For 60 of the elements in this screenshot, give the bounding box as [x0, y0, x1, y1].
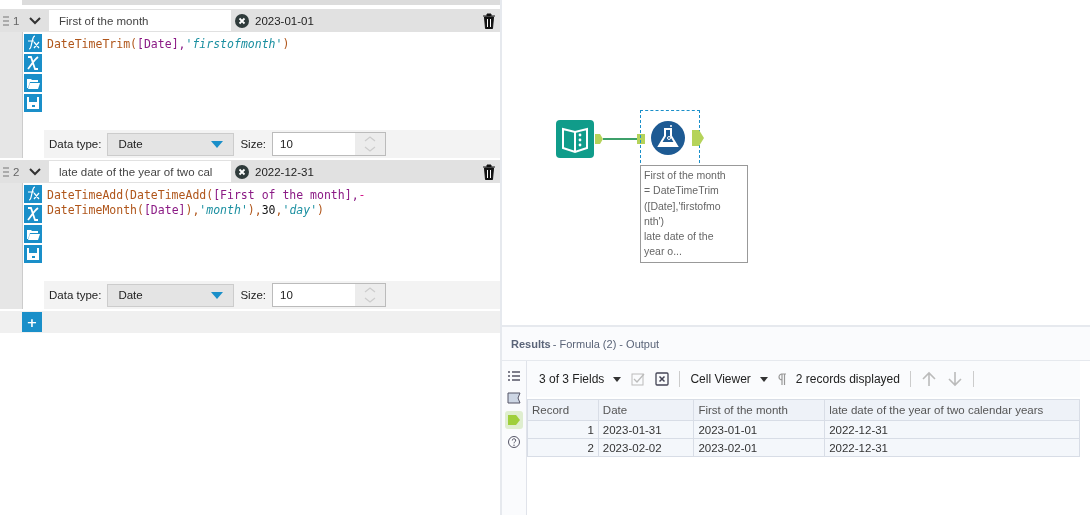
variable-icon[interactable]: [24, 205, 42, 223]
data-type-dropdown[interactable]: Date: [107, 283, 235, 307]
data-type-dropdown[interactable]: Date: [107, 132, 235, 156]
data-type-label: Data type:: [49, 138, 102, 150]
flask-node-icon: [651, 121, 685, 155]
formula-expression[interactable]: DateTimeAdd(DateTimeAdd([First of the month],- DateTimeMonth([Date]),'month'),30,'day'): [47, 188, 497, 218]
book-node-icon: [556, 120, 594, 158]
column-header[interactable]: Date: [598, 399, 694, 421]
folder-icon[interactable]: [24, 225, 42, 243]
formula-expression[interactable]: DateTimeTrim([Date],'firstofmonth'): [47, 37, 497, 52]
fx-icon[interactable]: [24, 185, 42, 203]
data-type-label: Data type:: [49, 289, 102, 301]
clear-icon[interactable]: [235, 164, 249, 179]
node-annotation: First of the month = DateTimeTrim ([Date],'firstofmo nth') late date of the year o...: [640, 165, 748, 263]
dropdown-caret-icon: [211, 140, 224, 148]
chevron-icon[interactable]: [29, 167, 41, 176]
cell-viewer-dropdown[interactable]: Cell Viewer: [690, 372, 768, 386]
list-icon: [507, 369, 521, 383]
size-field[interactable]: 10: [272, 283, 386, 307]
caret-icon: [613, 376, 622, 382]
formula-number: 2: [13, 165, 21, 178]
help-tab[interactable]: [505, 433, 523, 451]
trash-icon[interactable]: [482, 12, 496, 29]
output-anchor-icon: [692, 130, 704, 146]
formula-number: 1: [13, 14, 21, 27]
save-icon[interactable]: [24, 245, 42, 263]
help-icon: [507, 435, 521, 449]
column-header[interactable]: First of the month: [693, 399, 825, 421]
clear-box-icon[interactable]: [655, 372, 670, 386]
up-arrow-icon[interactable]: [920, 371, 937, 387]
dropdown-caret-icon: [211, 291, 224, 299]
size-field[interactable]: 10: [272, 132, 386, 156]
caret-icon: [759, 376, 768, 382]
save-icon[interactable]: [24, 94, 42, 112]
data-preview: 2022-12-31: [255, 165, 315, 178]
fx-icon[interactable]: [24, 34, 42, 52]
data-preview: 2023-01-01: [255, 14, 315, 27]
column-header[interactable]: Record: [527, 399, 599, 421]
column-header[interactable]: late date of the year of two calendar years: [824, 399, 1080, 421]
chevron-icon[interactable]: [29, 16, 41, 25]
size-label: Size:: [240, 289, 266, 301]
size-label: Size:: [240, 138, 266, 150]
records-count: 2 records displayed: [795, 372, 900, 386]
output-column-field[interactable]: First of the month: [49, 10, 231, 31]
tag-tab[interactable]: [505, 389, 523, 407]
clear-icon[interactable]: [235, 13, 249, 28]
connector-line: [595, 133, 645, 145]
drag-handle-icon: [3, 15, 9, 26]
tag-icon: [507, 391, 521, 405]
drag-handle-icon: [3, 166, 9, 177]
down-arrow-icon[interactable]: [946, 371, 963, 387]
check-icon[interactable]: [631, 372, 646, 386]
output-column-field[interactable]: late date of the year of two cal: [49, 161, 231, 182]
trash-icon[interactable]: [482, 163, 496, 180]
add-formula-button[interactable]: +: [22, 312, 42, 332]
pilcrow-icon[interactable]: [777, 373, 786, 385]
output-tag-icon: [507, 413, 521, 427]
folder-icon[interactable]: [24, 74, 42, 92]
fields-dropdown[interactable]: 3 of 3 Fields: [539, 372, 622, 386]
variable-icon[interactable]: [24, 54, 42, 72]
